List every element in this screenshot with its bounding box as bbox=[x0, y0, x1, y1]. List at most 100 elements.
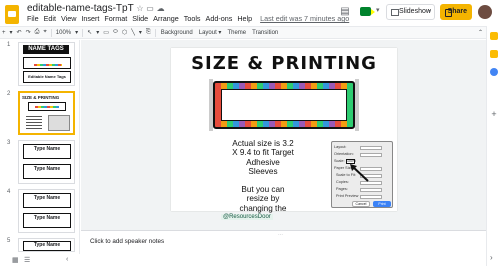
caption-line: X 9.4 to fit Target bbox=[232, 148, 294, 158]
new-slide-icon[interactable]: + bbox=[0, 30, 8, 36]
slide-title[interactable]: SIZE & PRINTING bbox=[171, 53, 397, 74]
print-dialog-row: Print Preview bbox=[336, 194, 359, 198]
print-dialog-field[interactable] bbox=[360, 153, 382, 157]
menu-tools[interactable]: Tools bbox=[184, 14, 201, 24]
document-title[interactable]: editable-name-tags-TpT ☆ ▭ ☁ bbox=[27, 3, 165, 14]
author-handle: @ResourcesDoor bbox=[221, 214, 273, 220]
slide-thumbnail-2[interactable]: SIZE & PRINTING bbox=[18, 91, 75, 135]
filmstrip: 1 NAME TAGS Editable Name Tags 2 SIZE & … bbox=[0, 40, 80, 266]
slide-caption[interactable]: Actual size is 3.2 X 9.4 to fit Target A… bbox=[223, 139, 303, 222]
theme-button[interactable]: Theme bbox=[224, 30, 249, 36]
menu-view[interactable]: View bbox=[61, 14, 76, 24]
zoom-select[interactable]: 100% bbox=[54, 30, 73, 36]
print-dialog-row: Scale: bbox=[334, 159, 345, 163]
menu-bar: File Edit View Insert Format Slide Arran… bbox=[27, 14, 349, 24]
menu-slide[interactable]: Slide bbox=[132, 14, 148, 24]
thumb-dialog bbox=[48, 115, 70, 131]
line-icon[interactable]: ╲ bbox=[129, 29, 137, 36]
meet-button[interactable]: ▾ bbox=[360, 6, 382, 18]
select-cursor-icon[interactable]: ↖ bbox=[85, 29, 94, 36]
caption-line: resize by bbox=[246, 194, 280, 204]
undo-icon[interactable]: ↶ bbox=[15, 29, 24, 36]
slide-number: 2 bbox=[7, 91, 11, 97]
arrow-icon bbox=[350, 164, 369, 182]
divider bbox=[82, 28, 84, 37]
star-icon[interactable]: ☆ bbox=[136, 4, 143, 13]
notes-resize-handle[interactable]: ⋯ bbox=[278, 232, 283, 238]
tasks-icon[interactable] bbox=[490, 68, 498, 76]
comment-icon[interactable]: ⎘ bbox=[144, 29, 153, 36]
text-box-icon[interactable]: ▭ bbox=[101, 29, 111, 36]
share-label: Share bbox=[447, 8, 467, 15]
print-dialog-print-button[interactable]: Print bbox=[373, 201, 391, 207]
chevron-down-icon: ▾ bbox=[376, 7, 380, 14]
image-icon[interactable]: ⬭ bbox=[111, 29, 120, 36]
slide-number: 5 bbox=[7, 238, 11, 244]
slide-thumbnail-5[interactable]: Type Name bbox=[18, 238, 75, 252]
shape-icon[interactable]: ⬡ bbox=[120, 29, 129, 36]
caption-line: Actual size is 3.2 bbox=[232, 139, 294, 148]
menu-edit[interactable]: Edit bbox=[44, 14, 56, 24]
menu-help[interactable]: Help bbox=[237, 14, 252, 24]
print-dialog-cancel-button[interactable]: Cancel bbox=[352, 201, 370, 207]
print-dialog-screenshot[interactable]: Layout: Orientation: Scale: Paper Size: Scal… bbox=[331, 141, 393, 208]
caption-line: changing the bbox=[239, 203, 287, 213]
keep-icon[interactable] bbox=[490, 50, 498, 58]
speaker-notes[interactable]: Click to add speaker notes bbox=[81, 230, 486, 266]
menu-file[interactable]: File bbox=[27, 14, 39, 24]
paint-format-icon[interactable]: ⌖ bbox=[41, 29, 48, 36]
list-view-icon[interactable]: ☰ bbox=[24, 256, 30, 264]
new-slide-dropdown-icon[interactable]: ▾ bbox=[8, 29, 15, 36]
filmstrip-footer: ▦ ☰ ‹ bbox=[0, 254, 80, 266]
name-tag-image[interactable] bbox=[209, 79, 359, 131]
video-camera-icon bbox=[360, 7, 375, 16]
grid-view-icon[interactable]: ▦ bbox=[12, 256, 19, 264]
caption-gap bbox=[223, 176, 303, 185]
print-dialog-field[interactable] bbox=[360, 188, 382, 192]
print-icon[interactable]: ⎙ bbox=[33, 29, 42, 36]
caption-line: Sleeves bbox=[248, 166, 278, 176]
redo-icon[interactable]: ↷ bbox=[24, 29, 33, 36]
speaker-notes-placeholder[interactable]: Click to add speaker notes bbox=[90, 238, 164, 245]
thumb-name-tag: Type Name bbox=[23, 164, 71, 179]
print-dialog-field[interactable] bbox=[360, 195, 382, 199]
cloud-icon[interactable]: ☁ bbox=[157, 4, 165, 13]
chevron-down-icon[interactable]: ▾ bbox=[428, 5, 431, 19]
print-dialog-row: Copies: bbox=[336, 180, 349, 184]
print-dialog-row: Layout: bbox=[334, 145, 347, 149]
background-button[interactable]: Background bbox=[158, 30, 196, 36]
side-panel: + › bbox=[486, 26, 500, 266]
menu-insert[interactable]: Insert bbox=[81, 14, 99, 24]
select-dropdown-icon[interactable]: ▾ bbox=[94, 29, 101, 36]
thumb-name-tag: Type Name bbox=[23, 144, 71, 159]
slide-thumbnail-3[interactable]: Type Name Type Name bbox=[18, 140, 75, 184]
chevron-right-icon[interactable]: › bbox=[490, 254, 498, 262]
slide-number: 1 bbox=[7, 42, 11, 48]
divider bbox=[154, 28, 156, 37]
print-dialog-field[interactable] bbox=[360, 146, 382, 150]
add-icon[interactable]: + bbox=[490, 110, 498, 119]
share-button[interactable]: Share bbox=[440, 4, 472, 20]
line-dropdown-icon[interactable]: ▾ bbox=[137, 29, 144, 36]
transition-button[interactable]: Transition bbox=[249, 30, 281, 36]
document-title-text[interactable]: editable-name-tags-TpT bbox=[27, 3, 134, 14]
slide-thumbnail-4[interactable]: Type Name Type Name bbox=[18, 189, 75, 233]
slides-logo[interactable] bbox=[5, 5, 19, 24]
menu-addons[interactable]: Add-ons bbox=[206, 14, 233, 24]
layout-button[interactable]: Layout ▾ bbox=[196, 29, 225, 36]
menu-arrange[interactable]: Arrange bbox=[153, 14, 179, 24]
slide-thumbnail-1[interactable]: NAME TAGS Editable Name Tags bbox=[18, 42, 75, 86]
thumb-dots bbox=[35, 106, 59, 108]
folder-icon[interactable]: ▭ bbox=[146, 4, 154, 13]
zoom-dropdown-icon[interactable]: ▾ bbox=[73, 29, 80, 36]
avatar[interactable] bbox=[478, 5, 492, 19]
menu-format[interactable]: Format bbox=[104, 14, 127, 24]
collapse-toolbar-icon[interactable]: ⌃ bbox=[475, 29, 486, 36]
current-slide[interactable]: SIZE & PRINTING Actual size is 3.2 X 9.4… bbox=[171, 48, 397, 222]
slideshow-button[interactable]: Slideshow ▾ bbox=[386, 4, 435, 20]
calendar-icon[interactable] bbox=[490, 32, 498, 40]
last-edit-link[interactable]: Last edit was 7 minutes ago bbox=[260, 14, 349, 24]
chevron-left-icon[interactable]: ‹ bbox=[66, 256, 68, 263]
comments-icon[interactable]: ▤ bbox=[338, 6, 352, 18]
caption-line: Adhesive bbox=[246, 157, 280, 167]
